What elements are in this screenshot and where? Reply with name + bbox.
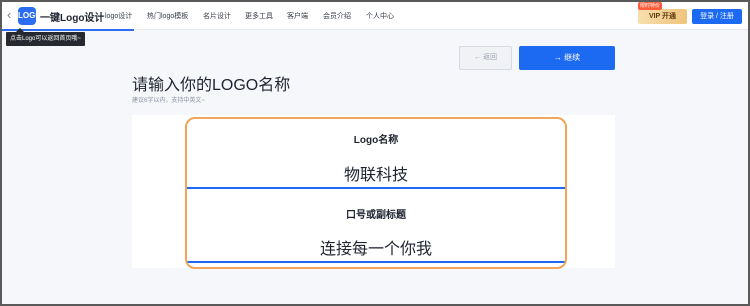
continue-button[interactable]: → 继续	[519, 46, 615, 70]
nav-item-hot-templates[interactable]: 热门logo模板	[147, 11, 188, 21]
logo-tooltip: 点击Logo可以返回首页哦~	[6, 28, 85, 46]
logo-form: Logo名称 物联科技 口号或副标题 连接每一个你我	[185, 117, 567, 269]
nav-item-card-design[interactable]: 名片设计	[203, 11, 231, 21]
nav-item-logo-design[interactable]: logo设计	[105, 11, 132, 21]
top-header: ‹ LOGO 一键Logo设计 logo设计 热门logo模板 名片设计 更多工…	[2, 2, 748, 30]
logo-name-input[interactable]: 物联科技	[187, 161, 565, 185]
logo-name-label: Logo名称	[353, 135, 399, 146]
nav-item-membership[interactable]: 会员介绍	[323, 11, 351, 21]
logo-icon[interactable]: LOGO	[18, 7, 42, 25]
back-button[interactable]: ← 返回	[459, 46, 512, 70]
slogan-label: 口号或副标题	[346, 210, 406, 221]
brand-name[interactable]: 一键Logo设计	[40, 9, 104, 24]
nav-item-personal-center[interactable]: 个人中心	[366, 11, 394, 21]
nav-item-client[interactable]: 客户端	[287, 11, 308, 21]
logo-name-underline	[187, 187, 565, 189]
vip-button[interactable]: VIP 开通	[638, 9, 687, 24]
nav-item-more-tools[interactable]: 更多工具	[245, 11, 273, 21]
slogan-input[interactable]: 连接每一个你我	[187, 235, 565, 259]
page-hint: 建议6字以内，支持中英文~	[132, 98, 205, 104]
page-title: 请输入你的LOGO名称	[132, 77, 291, 94]
slogan-underline	[187, 261, 565, 263]
chevron-left-icon[interactable]: ‹	[7, 8, 17, 22]
app-frame: ‹ LOGO 一键Logo设计 logo设计 热门logo模板 名片设计 更多工…	[0, 0, 750, 306]
login-register-button[interactable]: 登录 / 注册	[692, 9, 742, 24]
promo-badge: 限时特价	[638, 2, 662, 10]
